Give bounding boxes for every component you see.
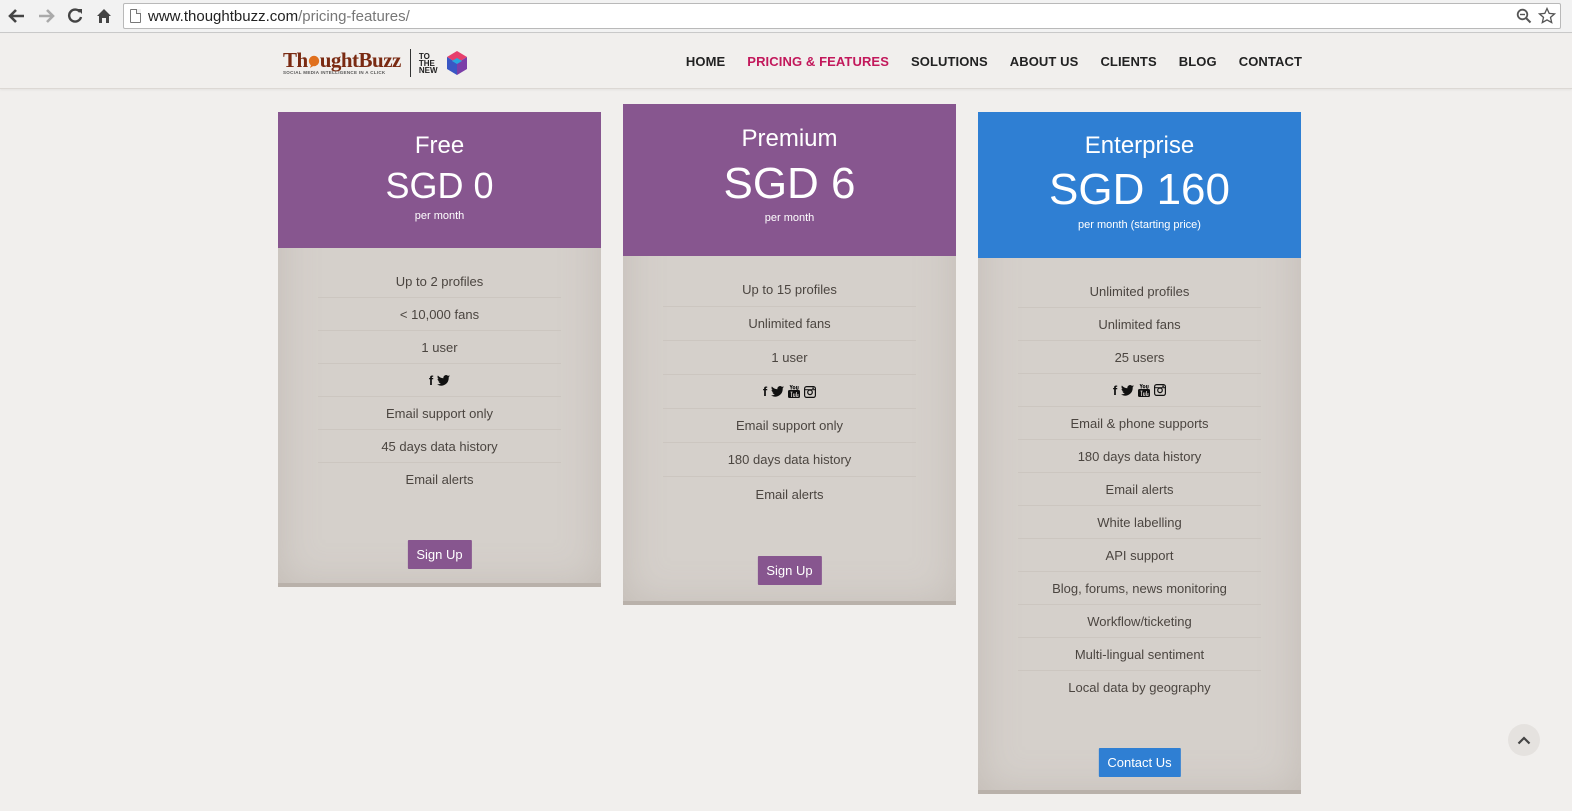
sign-up-button[interactable]: Sign Up xyxy=(407,540,472,569)
social-networks: f xyxy=(663,375,916,409)
plan-period: per month xyxy=(414,210,465,222)
back-arrow-icon xyxy=(8,9,24,23)
social-networks: f xyxy=(1018,374,1261,407)
chevron-up-icon xyxy=(1517,735,1531,744)
plan-header: Premium SGD 6 per month xyxy=(623,104,956,256)
feature-item: Unlimited fans xyxy=(663,307,916,341)
feature-item: Unlimited fans xyxy=(1018,308,1261,341)
feature-list: Up to 2 profiles < 10,000 fans 1 user f … xyxy=(278,265,601,496)
feature-item: 1 user xyxy=(318,331,561,364)
plan-price: SGD 6 xyxy=(723,159,856,208)
plan-name: Free xyxy=(414,132,465,159)
feature-item: Email alerts xyxy=(755,486,824,502)
zoom-icon[interactable] xyxy=(1516,8,1532,24)
plan-card-premium: Premium SGD 6 per month Up to 15 profile… xyxy=(623,104,956,605)
plan-name: Premium xyxy=(741,125,838,152)
nav-home[interactable]: HOME xyxy=(686,54,725,69)
plan-card-enterprise: Enterprise SGD 160 per month (starting p… xyxy=(978,112,1301,794)
feature-item: 25 users xyxy=(1018,341,1261,374)
feature-item: Email support only xyxy=(663,409,916,443)
feature-item: Multi-lingual sentiment xyxy=(1018,638,1261,671)
plan-header: Free SGD 0 per month xyxy=(278,112,601,248)
plan-card-free: Free SGD 0 per month Up to 2 profiles < … xyxy=(278,112,601,587)
feature-item: 45 days data history xyxy=(318,430,561,463)
facebook-icon: f xyxy=(762,384,768,399)
social-networks: f xyxy=(318,364,561,397)
home-button[interactable] xyxy=(92,4,116,28)
nav-blog[interactable]: BLOG xyxy=(1179,54,1217,69)
speech-bubble-icon xyxy=(308,55,319,68)
back-button[interactable] xyxy=(5,4,29,28)
feature-item: 1 user xyxy=(663,341,916,375)
page-icon xyxy=(130,9,141,23)
feature-item: Email support only xyxy=(318,397,561,430)
reload-button[interactable] xyxy=(63,4,87,28)
reload-icon xyxy=(68,8,83,23)
contact-us-button[interactable]: Contact Us xyxy=(1098,748,1181,777)
partner-logo: TO THE NEW xyxy=(418,51,438,75)
instagram-icon xyxy=(1154,384,1167,396)
instagram-icon xyxy=(804,385,817,398)
nav-contact[interactable]: CONTACT xyxy=(1239,54,1302,69)
feature-list: Up to 15 profiles Unlimited fans 1 user … xyxy=(623,273,956,511)
site-header: Th ughtBuzz SOCIAL MEDIA INTELLIGENCE IN … xyxy=(0,34,1572,89)
facebook-icon: f xyxy=(428,372,434,388)
youtube-icon xyxy=(1138,383,1151,397)
feature-list: Unlimited profiles Unlimited fans 25 use… xyxy=(978,275,1301,704)
url-text[interactable]: www.thoughtbuzz.com/pricing-features/ xyxy=(148,8,410,25)
feature-item: Workflow/ticketing xyxy=(1018,605,1261,638)
main-nav: HOME PRICING & FEATURES SOLUTIONS ABOUT … xyxy=(686,34,1302,89)
plan-period: per month xyxy=(764,212,815,224)
thoughtbuzz-logo[interactable]: Th ughtBuzz SOCIAL MEDIA INTELLIGENCE IN … xyxy=(283,47,469,79)
feature-item: 180 days data history xyxy=(1018,440,1261,473)
youtube-icon xyxy=(788,385,801,398)
nav-solutions[interactable]: SOLUTIONS xyxy=(911,54,988,69)
feature-item: API support xyxy=(1018,539,1261,572)
feature-item: Up to 15 profiles xyxy=(663,273,916,307)
forward-button[interactable] xyxy=(34,4,58,28)
browser-toolbar: www.thoughtbuzz.com/pricing-features/ xyxy=(0,0,1572,33)
feature-item: Up to 2 profiles xyxy=(318,265,561,298)
feature-item: 180 days data history xyxy=(663,443,916,477)
scroll-to-top-button[interactable] xyxy=(1508,724,1540,756)
plan-period: per month (starting price) xyxy=(1078,219,1201,231)
twitter-icon xyxy=(437,374,451,386)
bookmark-star-icon[interactable] xyxy=(1538,7,1556,25)
nav-pricing-features[interactable]: PRICING & FEATURES xyxy=(747,54,889,69)
nav-about-us[interactable]: ABOUT US xyxy=(1010,54,1079,69)
feature-item: White labelling xyxy=(1018,506,1261,539)
feature-item: Blog, forums, news monitoring xyxy=(1018,572,1261,605)
twitter-icon xyxy=(771,386,785,397)
feature-item: Email alerts xyxy=(1018,473,1261,506)
plan-header: Enterprise SGD 160 per month (starting p… xyxy=(978,112,1301,258)
feature-item: Local data by geography xyxy=(1068,680,1211,695)
plan-name: Enterprise xyxy=(1084,132,1195,159)
feature-item: Email alerts xyxy=(405,472,474,487)
feature-item: Unlimited profiles xyxy=(1018,275,1261,308)
nav-clients[interactable]: CLIENTS xyxy=(1100,54,1156,69)
feature-item: < 10,000 fans xyxy=(318,298,561,331)
cube-logo-icon xyxy=(446,51,467,75)
plan-price: SGD 0 xyxy=(385,165,494,206)
sign-up-button[interactable]: Sign Up xyxy=(757,556,822,585)
feature-item: Email & phone supports xyxy=(1018,407,1261,440)
home-icon xyxy=(97,9,111,23)
forward-arrow-icon xyxy=(39,9,55,23)
facebook-icon: f xyxy=(1112,382,1118,398)
twitter-icon xyxy=(1121,384,1135,396)
plan-price: SGD 160 xyxy=(1049,165,1230,214)
address-bar[interactable]: www.thoughtbuzz.com/pricing-features/ xyxy=(123,3,1561,29)
